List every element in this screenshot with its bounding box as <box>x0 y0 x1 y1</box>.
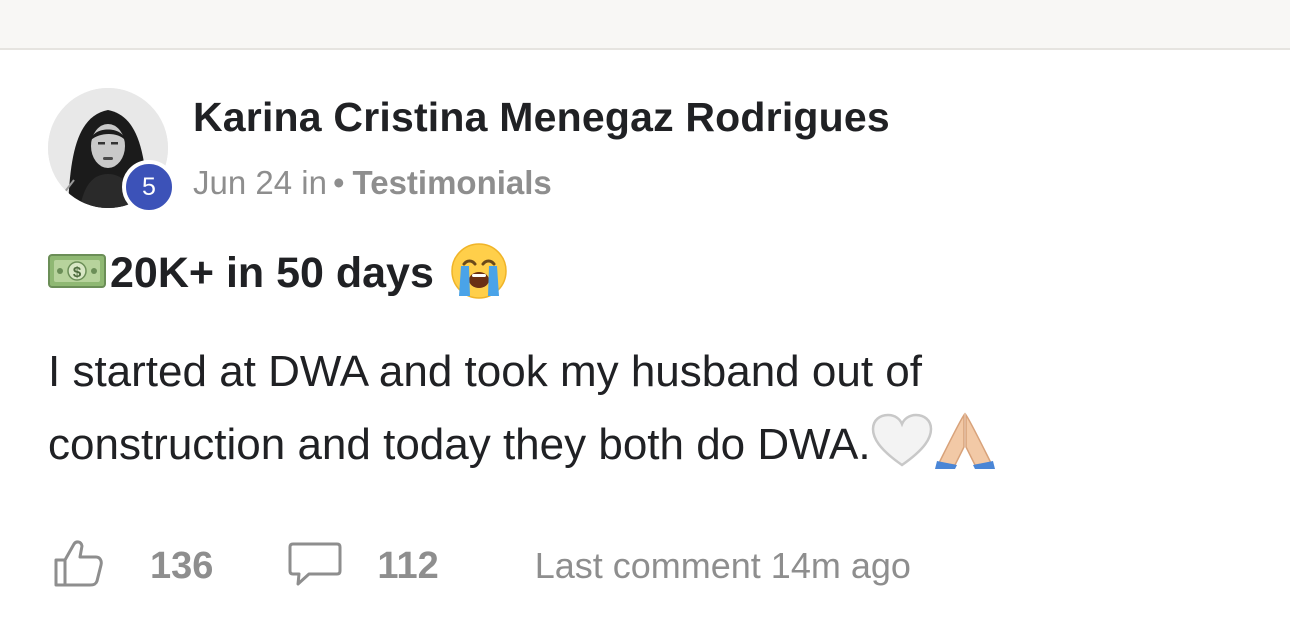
money-bill-icon: $ <box>48 251 108 296</box>
comment-count[interactable]: 112 <box>377 545 438 588</box>
author-name[interactable]: Karina Cristina Menegaz Rodrigues <box>193 94 890 141</box>
svg-text:$: $ <box>73 264 82 281</box>
like-count[interactable]: 136 <box>150 545 213 588</box>
in-label: in <box>301 164 327 201</box>
thumbs-up-icon[interactable] <box>52 538 104 595</box>
post-title[interactable]: 20K+ in 50 days <box>110 249 434 298</box>
author-avatar-wrap[interactable]: 5 <box>48 88 176 214</box>
post-body-text: I started at DWA and took my husband out… <box>48 347 922 469</box>
comment-icon[interactable] <box>287 538 343 595</box>
meta-separator: • <box>332 164 345 201</box>
post-date: Jun 24 <box>193 164 293 201</box>
top-bar <box>0 0 1290 50</box>
post-title-row[interactable]: $ 20K+ in 50 days <box>48 242 508 305</box>
white-heart-icon <box>871 413 933 491</box>
category-link[interactable]: Testimonials <box>353 164 552 201</box>
post-meta: Jun 24 in • Testimonials <box>193 164 552 202</box>
post-footer: 136 112 Last comment 14m ago <box>48 538 911 594</box>
post-body[interactable]: I started at DWA and took my husband out… <box>48 335 1148 491</box>
level-badge: 5 <box>122 160 176 214</box>
folded-hands-icon <box>933 409 997 491</box>
loudly-crying-face-icon <box>450 242 508 305</box>
post-card[interactable]: 5 Karina Cristina Menegaz Rodrigues Jun … <box>0 50 1290 622</box>
last-comment-time: Last comment 14m ago <box>534 545 911 586</box>
